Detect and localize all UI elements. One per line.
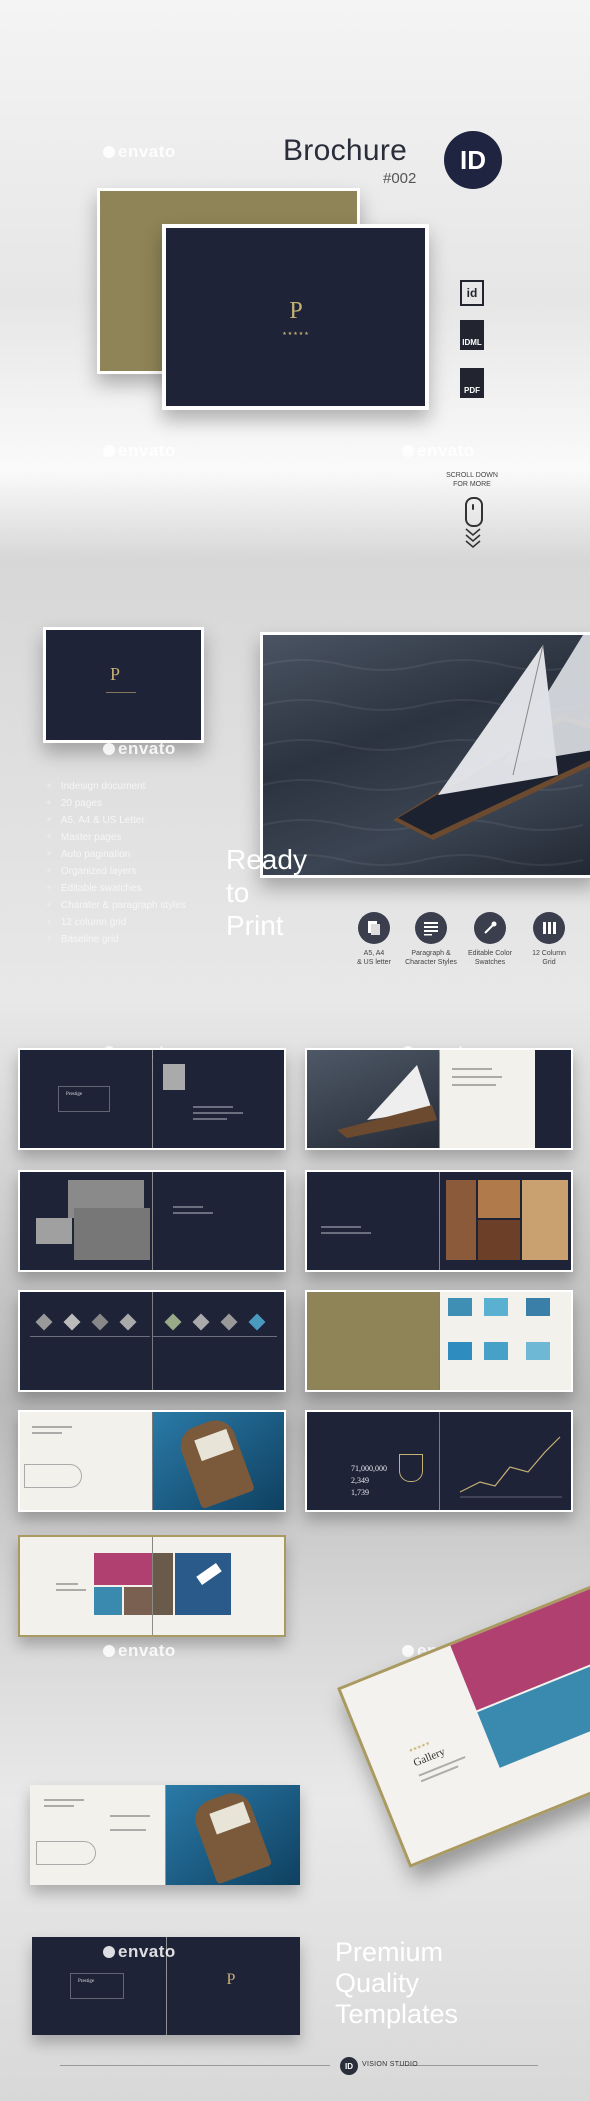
feature-item: Master pages: [46, 829, 256, 846]
scroll-hint: SCROLL DOWN FOR MORE: [440, 471, 504, 489]
vision-studio-logo: ID: [340, 2057, 358, 2075]
spread-gallery: [18, 1535, 286, 1637]
feature-item: Charater & paragraph styles: [46, 897, 256, 914]
feature-item: Editable swatches: [46, 880, 256, 897]
vision-studio-name: VISION STUDIO: [362, 2061, 419, 2068]
cover-stars: ★★★★★: [282, 331, 310, 337]
chevron-down-icon: [464, 527, 482, 554]
envato-watermark: envato: [103, 441, 176, 461]
envato-watermark: envato: [103, 1641, 176, 1661]
scroll-hint-line1: SCROLL DOWN: [446, 472, 498, 479]
feature-item: Organized layers: [46, 863, 256, 880]
envato-watermark: envato: [402, 441, 475, 461]
paragraph-icon: [415, 912, 447, 944]
spec-icon-styles: Paragraph & Character Styles: [403, 912, 459, 967]
feature-item: A5, A4 & US Letter: [46, 812, 256, 829]
navy-cover: P ★★★★★: [162, 224, 429, 410]
gallery-brochure-tilted: ★★★★★ Gallery: [337, 1580, 590, 1868]
spread-deck-plan: [18, 1410, 286, 1512]
spread-interior: [305, 1170, 573, 1272]
indesign-logo: ID: [444, 131, 502, 189]
scroll-hint-line2: FOR MORE: [453, 481, 491, 488]
ready-to-print-text: Ready to Print: [226, 844, 307, 941]
spread-yacht: [305, 1048, 573, 1150]
feature-item: Indesign document: [46, 778, 256, 795]
mouse-icon: [465, 497, 483, 527]
spread-harbor: [18, 1170, 286, 1272]
spread-destinations: [305, 1290, 573, 1392]
footer-brand: ID VISION STUDIO: [0, 2054, 590, 2078]
envato-watermark: envato: [103, 1942, 176, 1962]
feature-item: 12 column grid: [46, 914, 256, 931]
spread-statistics: 71,000,000 2,349 1,739: [305, 1410, 573, 1512]
spec-icon-pages: A5, A4 & US letter: [352, 912, 396, 967]
tagline: Premium Quality Templates: [335, 1937, 459, 2029]
brochure-number: #002: [383, 170, 417, 187]
small-cover: P: [43, 627, 204, 743]
envato-watermark: envato: [103, 739, 176, 759]
spec-icon-grid: 12 Column Grid: [526, 912, 572, 967]
spread-timeline: [18, 1290, 286, 1392]
envato-watermark: envato: [103, 142, 176, 162]
idml-file-icon: IDML: [460, 320, 484, 350]
pdf-file-icon: PDF: [460, 368, 484, 398]
indd-file-icon: id: [460, 280, 484, 306]
yacht-photo: [260, 632, 590, 878]
feature-item: Auto pagination: [46, 846, 256, 863]
spread-prestige: Prestige: [18, 1048, 286, 1150]
spread-deck-plan-large: [30, 1785, 300, 1885]
feature-item: 20 pages: [46, 795, 256, 812]
feature-list: Indesign document 20 pages A5, A4 & US L…: [46, 778, 256, 948]
pages-icon: [358, 912, 390, 944]
brochure-title: Brochure: [283, 134, 408, 167]
eyedropper-icon: [474, 912, 506, 944]
spec-icon-swatches: Editable Color Swatches: [465, 912, 515, 967]
cover-monogram: P: [289, 298, 303, 324]
grid-icon: [533, 912, 565, 944]
feature-item: Baseline grid: [46, 931, 256, 948]
